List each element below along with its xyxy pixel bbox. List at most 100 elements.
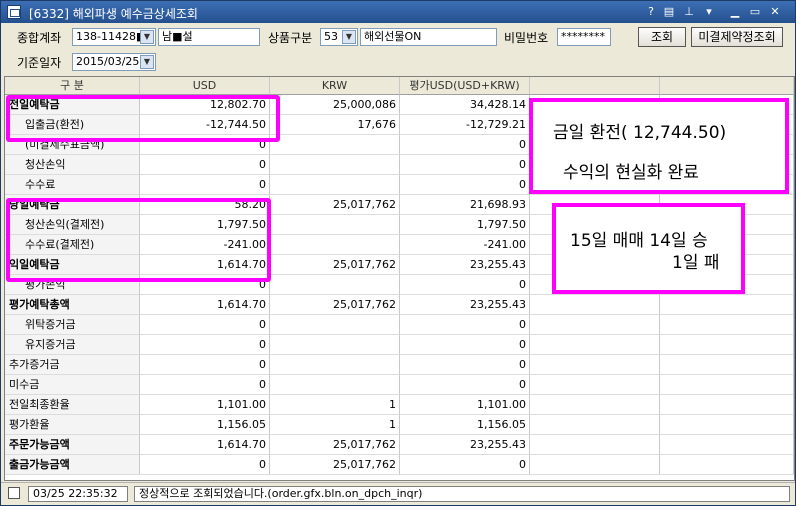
table-row[interactable]: 주문가능금액 1,614.70 25,017,762 23,255.43 (5, 435, 794, 455)
row-label: 수수료 (5, 175, 140, 195)
eval-usd-value: 1,797.50 (400, 215, 530, 235)
empty-cell (530, 295, 660, 315)
eval-usd-value: 0 (400, 455, 530, 475)
note-exchange-line1: 금일 환전( 12,744.50) (553, 123, 727, 143)
usd-value: 0 (140, 455, 270, 475)
product-label: 상품구분 (268, 31, 313, 45)
password-input[interactable]: ******** (557, 28, 611, 46)
eval-usd-value: 23,255.43 (400, 255, 530, 275)
product-code-select[interactable]: 53 ▼ (320, 28, 358, 46)
table-row[interactable]: 유지증거금 0 0 (5, 335, 794, 355)
empty-cell (530, 415, 660, 435)
note-trades-line2: 1일 패 (672, 253, 720, 273)
row-label: 주문가능금액 (5, 435, 140, 455)
krw-value: 25,000,086 (270, 95, 400, 115)
usd-value: 0 (140, 175, 270, 195)
krw-value (270, 315, 400, 335)
account-number: 138-11428■ (76, 30, 147, 43)
usd-value: 0 (140, 355, 270, 375)
maximize-icon[interactable]: ▭ (747, 4, 763, 20)
product-name-field: 해외선물ON (360, 28, 497, 46)
date-label: 기준일자 (17, 56, 62, 70)
eval-usd-value: 1,101.00 (400, 395, 530, 415)
header-krw: KRW (270, 77, 400, 95)
krw-value: 25,017,762 (270, 455, 400, 475)
empty-cell (660, 435, 794, 455)
eval-usd-value: -12,729.21 (400, 115, 530, 135)
options-icon[interactable]: ▾ (701, 4, 717, 20)
empty-cell (530, 335, 660, 355)
table-row[interactable]: 평가환율 1,156.05 1 1,156.05 (5, 415, 794, 435)
table-row[interactable]: 전일최종환율 1,101.00 1 1,101.00 (5, 395, 794, 415)
usd-value: 1,614.70 (140, 435, 270, 455)
annotation-note-trades: 15일 매매 14일 승 1일 패 (552, 203, 745, 294)
table-row[interactable]: 추가증거금 0 0 (5, 355, 794, 375)
highlight-box-today-deposit (6, 198, 271, 282)
date-value: 2015/03/25 (76, 55, 140, 68)
empty-cell (530, 455, 660, 475)
row-label: 전일최종환율 (5, 395, 140, 415)
krw-value (270, 375, 400, 395)
highlight-box-prev-deposit (6, 95, 280, 142)
row-label: 추가증거금 (5, 355, 140, 375)
eval-usd-value: 34,428.14 (400, 95, 530, 115)
unsettled-positions-button[interactable]: 미결제약정조회 (691, 27, 783, 47)
empty-cell (530, 395, 660, 415)
eval-usd-value: 23,255.43 (400, 435, 530, 455)
eval-usd-value: 0 (400, 355, 530, 375)
empty-cell (660, 375, 794, 395)
row-label: 평가환율 (5, 415, 140, 435)
minimize-icon[interactable]: ▁ (727, 4, 743, 20)
eval-usd-value: 21,698.93 (400, 195, 530, 215)
row-label: 위탁증거금 (5, 315, 140, 335)
date-picker[interactable]: 2015/03/25 ▼ (72, 53, 156, 71)
title-bar[interactable]: [6332] 해외파생 예수금상세조회 ? ▤ ⊥ ▾ ▁ ▭ ✕ (1, 1, 795, 23)
usd-value: 1,614.70 (140, 295, 270, 315)
usd-value: 1,156.05 (140, 415, 270, 435)
table-row[interactable]: 평가예탁총액 1,614.70 25,017,762 23,255.43 (5, 295, 794, 315)
table-row[interactable]: 미수금 0 0 (5, 375, 794, 395)
row-label: 미수금 (5, 375, 140, 395)
header-category: 구 분 (5, 77, 140, 95)
krw-value (270, 135, 400, 155)
status-icon[interactable] (8, 487, 20, 499)
empty-cell (530, 315, 660, 335)
row-label: 출금가능금액 (5, 455, 140, 475)
account-name-field: 남■설 (158, 28, 260, 46)
pin-icon[interactable]: ⊥ (681, 4, 697, 20)
eval-usd-value: 23,255.43 (400, 295, 530, 315)
status-time: 03/25 22:35:32 (28, 486, 128, 502)
krw-value (270, 275, 400, 295)
note-exchange-line2: 수익의 현실화 완료 (563, 163, 699, 183)
header-eval-usd: 평가USD(USD+KRW) (400, 77, 530, 95)
close-icon[interactable]: ✕ (767, 4, 783, 20)
account-number-field[interactable]: 138-11428■ ▼ (72, 28, 156, 46)
eval-usd-value: 0 (400, 335, 530, 355)
status-message: 정상적으로 조회되었습니다.(order.gfx.bln.on_dpch_inq… (134, 486, 790, 502)
row-label: 평가예탁총액 (5, 295, 140, 315)
product-code: 53 (324, 30, 338, 43)
krw-value: 25,017,762 (270, 435, 400, 455)
krw-value (270, 235, 400, 255)
eval-usd-value: 0 (400, 315, 530, 335)
krw-value (270, 335, 400, 355)
krw-value (270, 155, 400, 175)
eval-usd-value: -241.00 (400, 235, 530, 255)
query-button[interactable]: 조회 (638, 27, 686, 47)
krw-value: 1 (270, 415, 400, 435)
krw-value: 25,017,762 (270, 295, 400, 315)
print-icon[interactable]: ▤ (661, 4, 677, 20)
usd-value: 0 (140, 375, 270, 395)
table-row[interactable]: 출금가능금액 0 25,017,762 0 (5, 455, 794, 475)
chevron-down-icon[interactable]: ▼ (342, 30, 356, 44)
chevron-down-icon[interactable]: ▼ (140, 30, 154, 44)
annotation-note-exchange: 금일 환전( 12,744.50) 수익의 현실화 완료 (529, 98, 789, 194)
password-label: 비밀번호 (504, 31, 549, 45)
krw-value: 25,017,762 (270, 255, 400, 275)
eval-usd-value: 0 (400, 135, 530, 155)
empty-cell (660, 395, 794, 415)
header-usd: USD (140, 77, 270, 95)
table-row[interactable]: 위탁증거금 0 0 (5, 315, 794, 335)
chevron-down-icon[interactable]: ▼ (140, 55, 154, 69)
help-icon[interactable]: ? (643, 4, 659, 20)
